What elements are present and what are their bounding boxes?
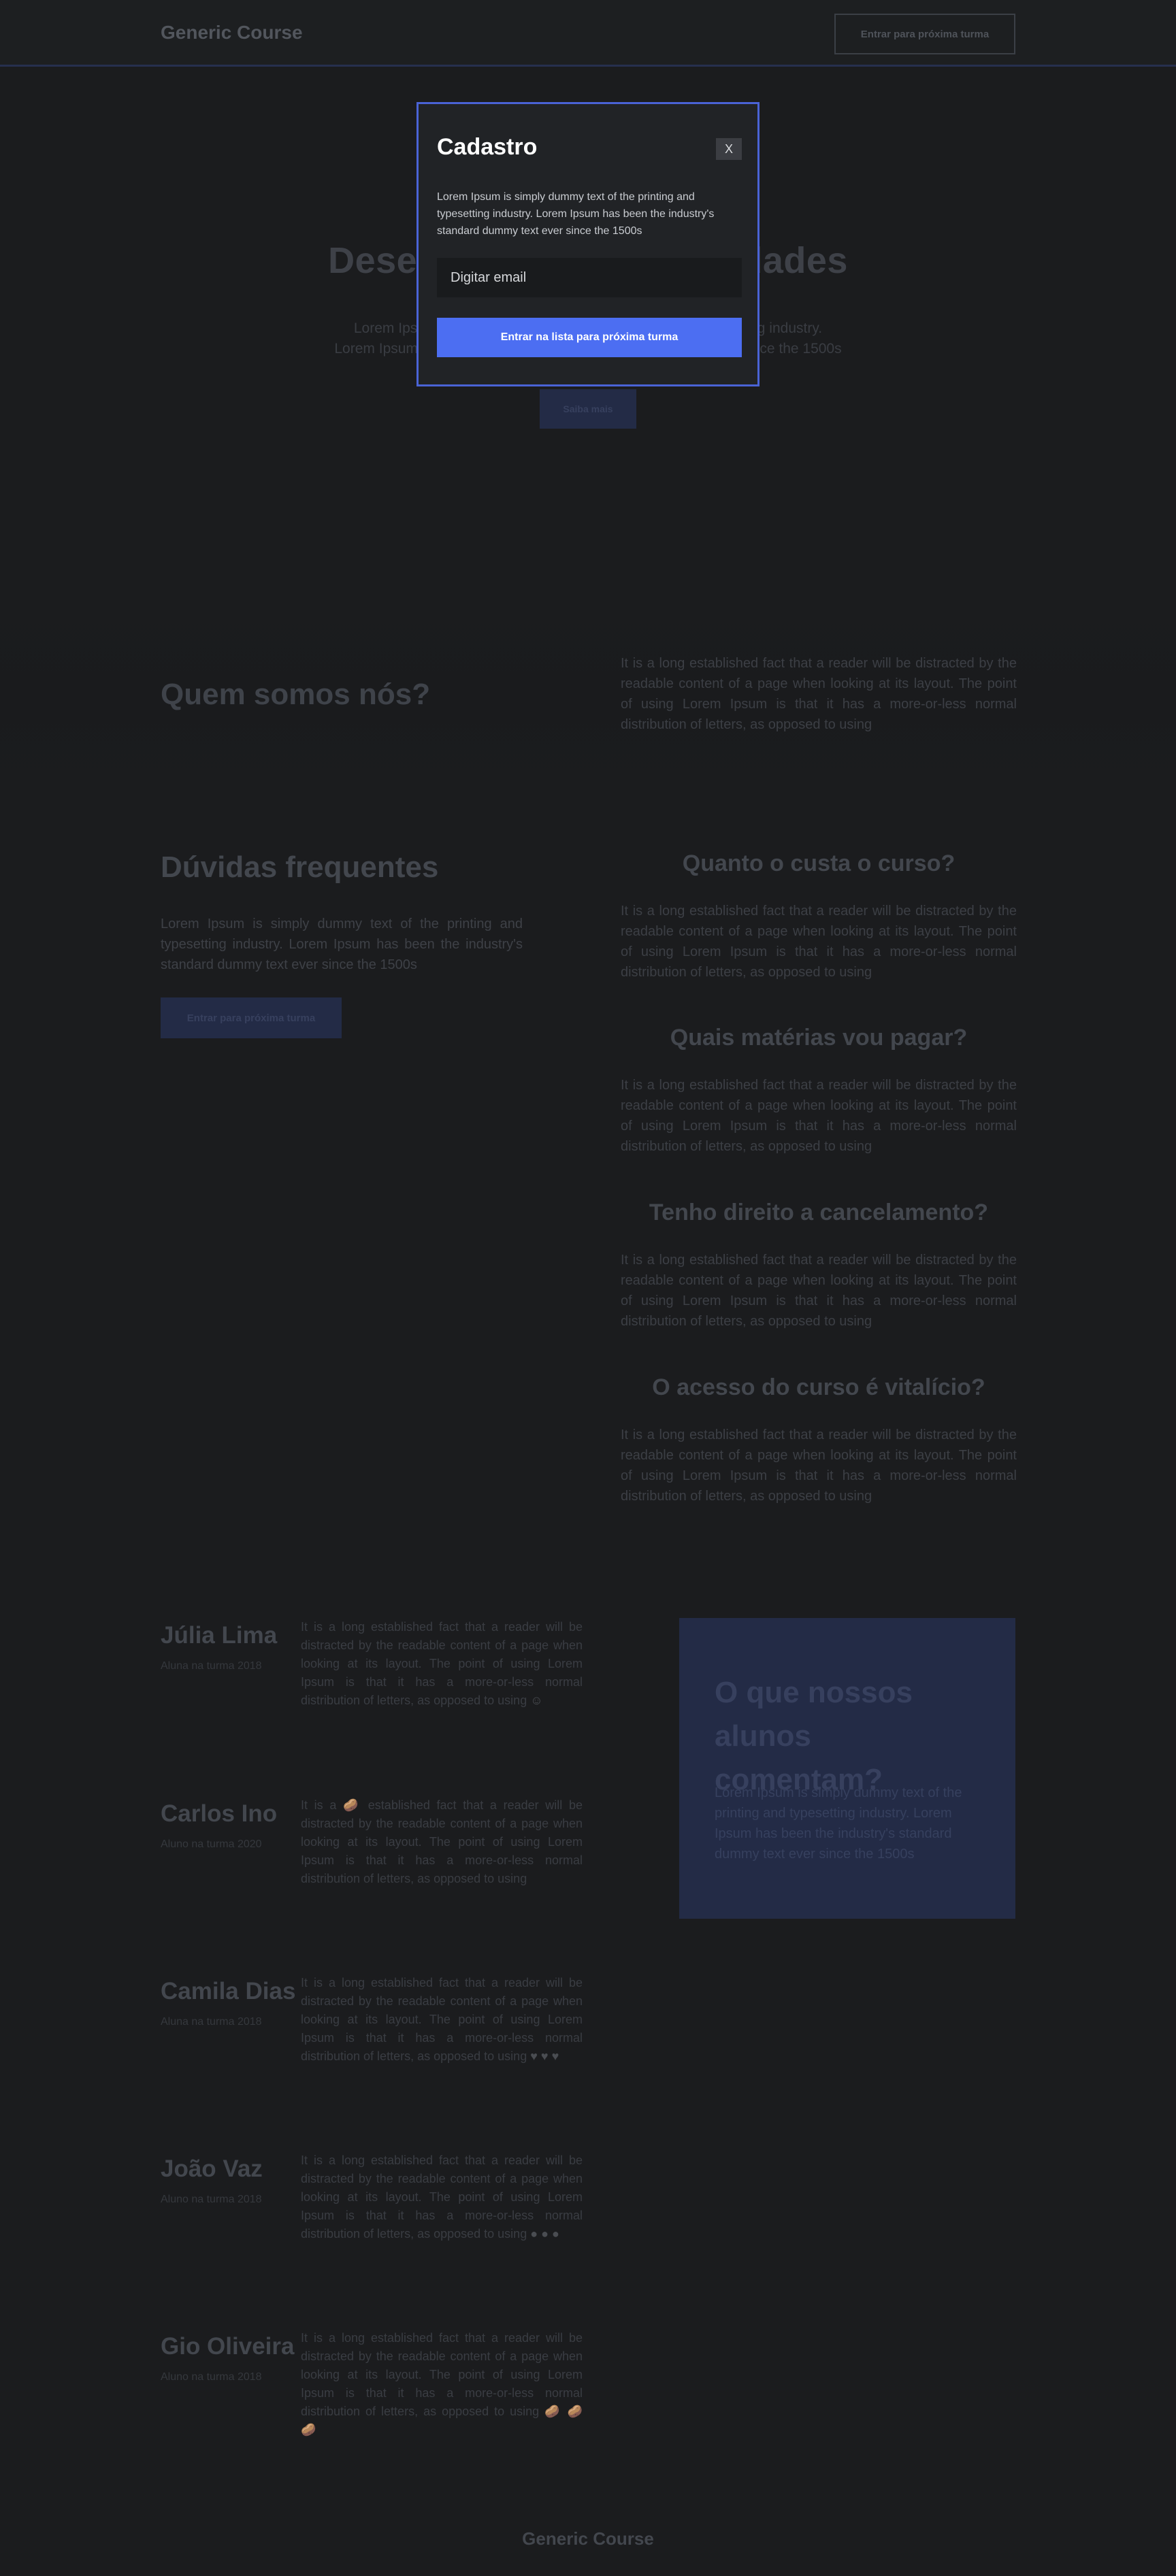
modal-title: Cadastro [437, 134, 538, 160]
email-field[interactable] [437, 258, 742, 297]
signup-modal: Cadastro X Lorem Ipsum is simply dummy t… [416, 102, 760, 386]
landing-page: Generic Course Entrar para próxima turma… [0, 0, 1176, 2576]
modal-description: Lorem Ipsum is simply dummy text of the … [437, 191, 715, 237]
close-button[interactable]: X [716, 138, 742, 160]
join-waitlist-button[interactable]: Entrar na lista para próxima turma [437, 318, 742, 357]
